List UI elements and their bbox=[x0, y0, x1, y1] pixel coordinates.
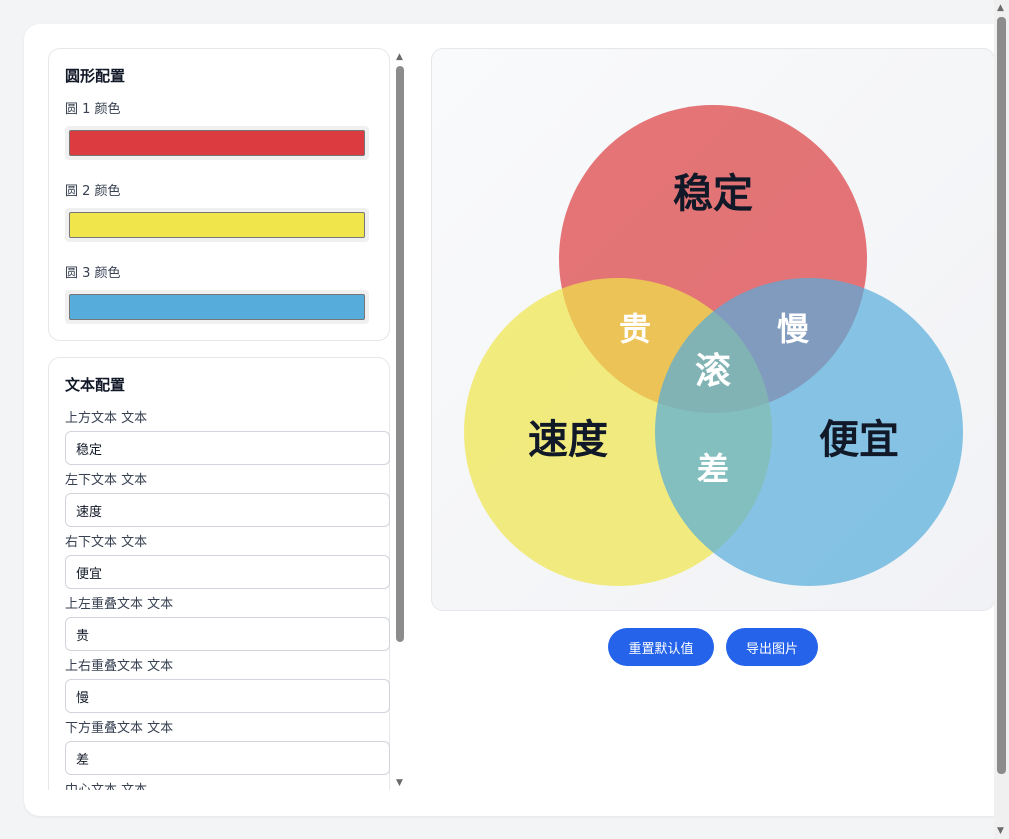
overlap-top-left-text-label: 上左重叠文本 文本 bbox=[65, 597, 174, 612]
page-scroll-thumb[interactable] bbox=[997, 17, 1006, 774]
circle-config-section: 圆形配置 圆 1 颜色 圆 2 颜色 圆 3 颜色 bbox=[48, 48, 390, 341]
circle-config-title: 圆形配置 bbox=[65, 67, 126, 85]
export-image-button[interactable]: 导出图片 bbox=[726, 628, 818, 666]
circle1-color-label: 圆 1 颜色 bbox=[65, 102, 121, 117]
overlap-bottom-text-input[interactable] bbox=[65, 741, 390, 775]
venn-overlap-top-left-label: 贵 bbox=[619, 310, 651, 348]
reset-defaults-button[interactable]: 重置默认值 bbox=[608, 628, 714, 666]
overlap-bottom-text-label: 下方重叠文本 文本 bbox=[65, 721, 174, 736]
circle1-color-picker[interactable] bbox=[65, 126, 369, 160]
bottom-right-text-input[interactable] bbox=[65, 555, 390, 589]
circle3-color-swatch bbox=[69, 294, 365, 320]
venn-center-label: 滚 bbox=[695, 351, 731, 392]
text-config-section: 文本配置 上方文本 文本 左下文本 文本 右下文本 文本 上左重叠文本 文本 上… bbox=[48, 357, 390, 790]
circle3-color-label: 圆 3 颜色 bbox=[65, 266, 121, 281]
venn-canvas: 稳定 速度 便宜 贵 慢 差 滚 bbox=[431, 48, 995, 611]
bottom-right-text-label: 右下文本 文本 bbox=[65, 535, 148, 550]
config-panel: 圆形配置 圆 1 颜色 圆 2 颜色 圆 3 颜色 文本配置 上方文本 文本 左… bbox=[48, 48, 390, 790]
page-scroll-up-arrow-icon[interactable]: ▲ bbox=[997, 3, 1004, 13]
venn-bottom-right-label: 便宜 bbox=[819, 417, 899, 463]
top-text-label: 上方文本 文本 bbox=[65, 411, 148, 426]
venn-diagram: 稳定 速度 便宜 贵 慢 差 滚 bbox=[464, 105, 963, 586]
overlap-top-left-text-input[interactable] bbox=[65, 617, 390, 651]
scroll-down-arrow-icon[interactable]: ▼ bbox=[396, 778, 403, 788]
venn-overlap-bottom-label: 差 bbox=[697, 450, 729, 488]
top-text-input[interactable] bbox=[65, 431, 390, 465]
circle2-color-label: 圆 2 颜色 bbox=[65, 184, 121, 199]
overlap-top-right-text-input[interactable] bbox=[65, 679, 390, 713]
bottom-left-text-label: 左下文本 文本 bbox=[65, 473, 148, 488]
center-text-label: 中心文本 文本 bbox=[65, 779, 373, 790]
scroll-up-arrow-icon[interactable]: ▲ bbox=[396, 52, 403, 62]
circle3-color-picker[interactable] bbox=[65, 290, 369, 324]
config-panel-scroll-thumb[interactable] bbox=[396, 66, 404, 642]
text-config-title: 文本配置 bbox=[65, 376, 126, 394]
venn-overlap-top-right-label: 慢 bbox=[777, 310, 810, 348]
config-panel-scrollbar[interactable]: ▲ ▼ bbox=[393, 50, 407, 790]
main-card: 圆形配置 圆 1 颜色 圆 2 颜色 圆 3 颜色 文本配置 上方文本 文本 左… bbox=[24, 24, 1009, 816]
page-scroll-down-arrow-icon[interactable]: ▼ bbox=[997, 826, 1004, 836]
venn-bottom-left-label: 速度 bbox=[528, 417, 608, 463]
circle2-color-swatch bbox=[69, 212, 365, 238]
overlap-top-right-text-label: 上右重叠文本 文本 bbox=[65, 659, 174, 674]
circle2-color-picker[interactable] bbox=[65, 208, 369, 242]
bottom-left-text-input[interactable] bbox=[65, 493, 390, 527]
circle1-color-swatch bbox=[69, 130, 365, 156]
page-scrollbar[interactable]: ▲ ▼ bbox=[994, 0, 1009, 839]
venn-top-label: 稳定 bbox=[673, 171, 753, 217]
